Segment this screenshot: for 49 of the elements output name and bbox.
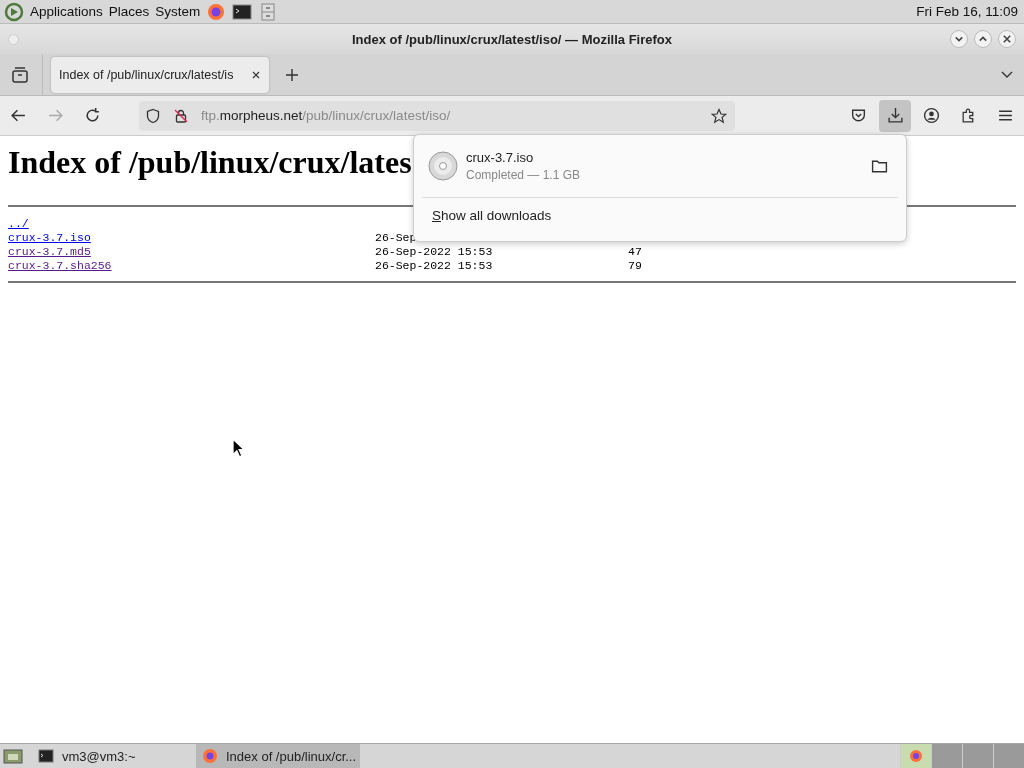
minimize-button[interactable] bbox=[950, 30, 968, 48]
taskbar-button[interactable]: Index of /pub/linux/cr... bbox=[196, 744, 360, 768]
workspace-button[interactable] bbox=[900, 744, 931, 768]
folder-icon[interactable] bbox=[871, 157, 888, 175]
file-date: 26-Sep-2022 15:53 bbox=[375, 245, 494, 259]
back-icon[interactable] bbox=[10, 107, 27, 124]
window-title: Index of /pub/linux/crux/latest/iso/ — Mozilla Firefox bbox=[352, 31, 672, 47]
address-bar[interactable]: ftp.morpheus.net/pub/linux/crux/latest/iso/ bbox=[139, 100, 735, 131]
terminal-icon[interactable] bbox=[232, 1, 253, 22]
insecure-lock-icon[interactable] bbox=[173, 107, 189, 124]
pocket-icon[interactable] bbox=[850, 107, 867, 124]
star-icon[interactable] bbox=[711, 107, 727, 124]
url-text: ftp.morpheus.net/pub/linux/crux/latest/iso/ bbox=[201, 108, 451, 123]
new-tab-icon[interactable] bbox=[285, 67, 299, 82]
firefox-icon[interactable] bbox=[206, 1, 227, 22]
file-size: 79 bbox=[628, 259, 642, 273]
firefox-icon bbox=[202, 748, 218, 764]
reload-icon[interactable] bbox=[84, 107, 101, 124]
page-heading: Index of /pub/linux/crux/lates bbox=[8, 144, 412, 181]
file-date: 26-Sep-2022 15:53 bbox=[375, 259, 494, 273]
panel-menu[interactable]: Applications bbox=[30, 4, 103, 19]
file-link[interactable]: crux-3.7.iso bbox=[8, 231, 375, 245]
file-link[interactable]: crux-3.7.sha256 bbox=[8, 259, 375, 273]
close-icon[interactable] bbox=[251, 69, 261, 80]
clock[interactable]: Fri Feb 16, 11:09 bbox=[916, 4, 1020, 19]
download-item[interactable]: crux-3.7.iso Completed — 1.1 GB bbox=[422, 141, 898, 191]
taskbar-button[interactable]: vm3@vm3:~ bbox=[32, 744, 196, 768]
show-desktop-icon[interactable] bbox=[2, 746, 24, 766]
maximize-button[interactable] bbox=[974, 30, 992, 48]
download-file-name: crux-3.7.iso bbox=[466, 150, 535, 165]
downloads-button[interactable] bbox=[879, 99, 911, 132]
show-all-downloads-button[interactable]: Show all downloads bbox=[422, 198, 562, 233]
file-link[interactable]: crux-3.7.md5 bbox=[8, 245, 375, 259]
download-status: Completed — 1.1 GB bbox=[466, 168, 581, 182]
download-icon bbox=[886, 107, 904, 124]
panel-menu[interactable]: System bbox=[155, 4, 201, 19]
panel-menu[interactable]: Places bbox=[108, 4, 150, 19]
disc-icon bbox=[428, 151, 458, 181]
mouse-pointer-icon bbox=[232, 438, 245, 458]
account-icon[interactable] bbox=[923, 107, 940, 124]
terminal-icon bbox=[38, 748, 54, 764]
file-size: 47 bbox=[628, 245, 642, 259]
firefox-icon bbox=[908, 748, 924, 764]
distro-logo-icon[interactable] bbox=[4, 1, 24, 22]
file-link[interactable]: ../ bbox=[8, 217, 375, 231]
close-button[interactable] bbox=[998, 30, 1016, 48]
shield-icon[interactable] bbox=[145, 107, 161, 124]
tab-overview-icon[interactable] bbox=[10, 64, 30, 85]
browser-tab[interactable]: Index of /pub/linux/crux/latest/is bbox=[51, 56, 269, 93]
